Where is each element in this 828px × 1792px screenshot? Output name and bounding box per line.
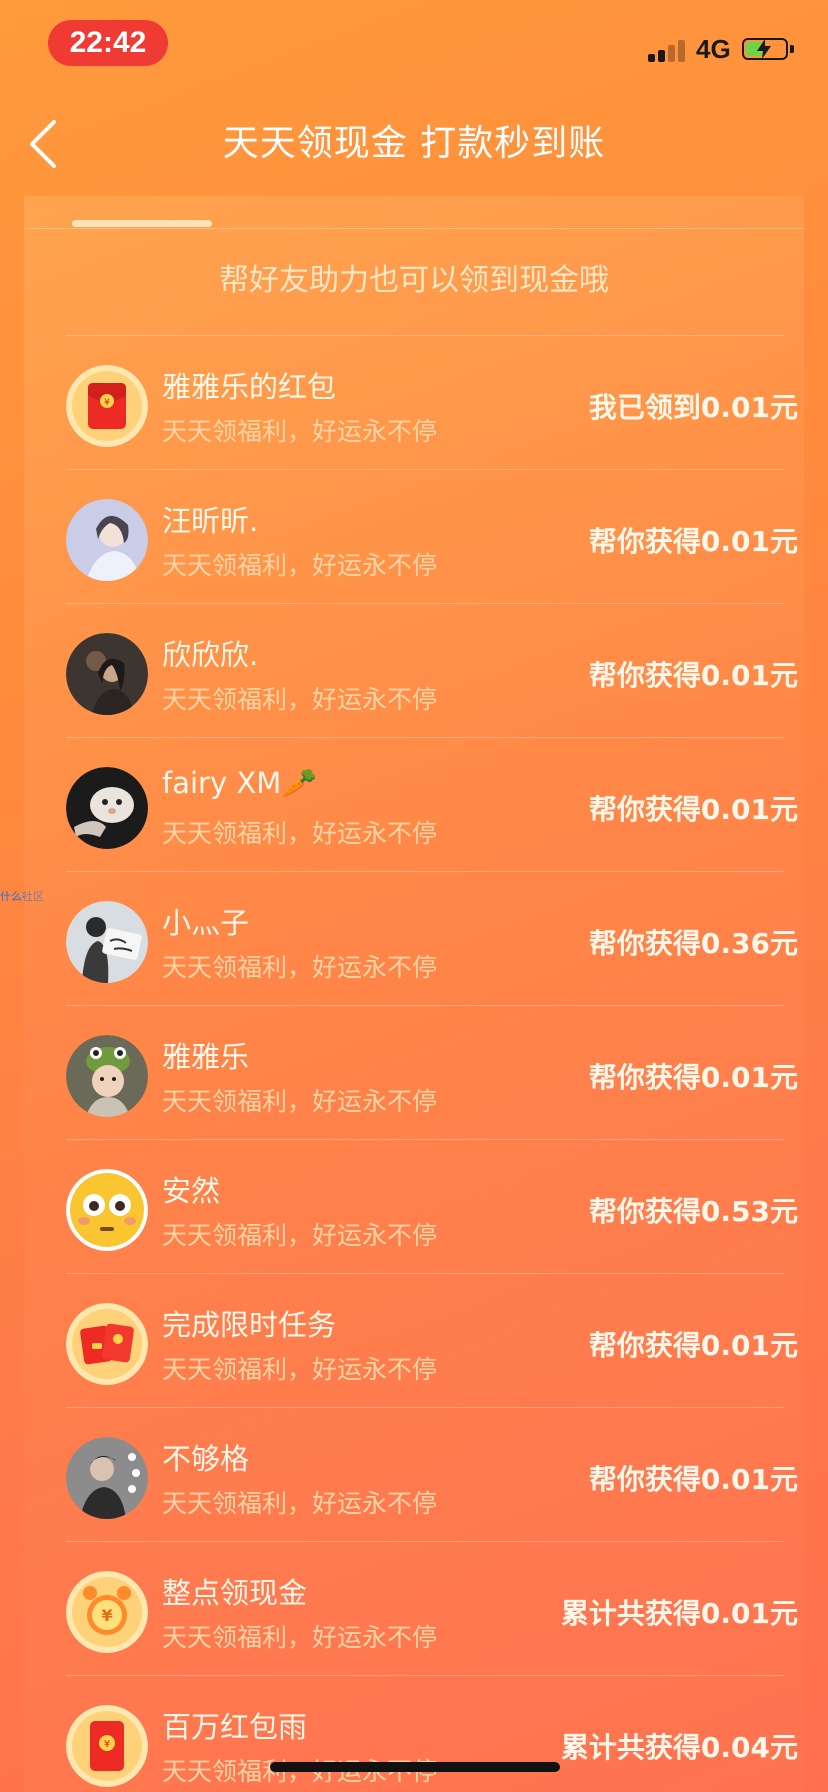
list-item[interactable]: 汪昕昕. 天天领福利，好运永不停 帮你获得0.01元 [66, 469, 798, 603]
helper-subtitle: 天天领福利，好运永不停 [162, 417, 438, 446]
helper-name: 安然 [162, 1174, 221, 1208]
back-button[interactable] [20, 112, 80, 176]
helper-amount: 帮你获得0.53元 [588, 1195, 798, 1228]
helper-name: 百万红包雨 [162, 1710, 308, 1744]
chevron-left-icon [30, 120, 56, 168]
list-item[interactable]: 安然 天天领福利，好运永不停 帮你获得0.53元 [66, 1139, 798, 1273]
alarm-clock-coin-icon: ¥ [66, 1571, 148, 1653]
avatar [66, 901, 148, 983]
helper-amount: 帮你获得0.01元 [588, 1463, 798, 1496]
helper-subtitle: 天天领福利，好运永不停 [162, 1623, 438, 1652]
helper-amount: 帮你获得0.01元 [588, 793, 798, 826]
helper-amount: 累计共获得0.01元 [560, 1597, 798, 1630]
tab-indicator [72, 220, 212, 227]
home-indicator[interactable] [270, 1762, 560, 1772]
avatar [66, 1437, 148, 1519]
helper-amount: 我已领到0.01元 [588, 391, 798, 424]
flushed-face-emoji-icon [66, 1169, 148, 1251]
avatar [66, 767, 148, 849]
list-item[interactable]: 雅雅乐 天天领福利，好运永不停 帮你获得0.01元 [66, 1005, 798, 1139]
helper-list: ¥ 雅雅乐的红包 天天领福利，好运永不停 我已领到0.01元 汪昕昕. 天天领福… [66, 335, 798, 1792]
list-item[interactable]: 小灬子 天天领福利，好运永不停 帮你获得0.36元 [66, 871, 798, 1005]
list-item[interactable]: fairy XM🥕 天天领福利，好运永不停 帮你获得0.01元 [66, 737, 798, 871]
svg-text:¥: ¥ [101, 1606, 112, 1625]
avatar [66, 1035, 148, 1117]
helper-amount: 帮你获得0.01元 [588, 659, 798, 692]
helper-subtitle: 天天领福利，好运永不停 [162, 953, 438, 982]
signal-icon [648, 38, 686, 62]
avatar [66, 499, 148, 581]
helper-amount: 帮你获得0.01元 [588, 1329, 798, 1362]
helper-name: 欣欣欣. [162, 638, 259, 672]
nav-bar: 天天领现金 打款秒到账 [0, 92, 828, 196]
helper-amount: 累计共获得0.04元 [560, 1731, 798, 1764]
helper-name: 雅雅乐 [162, 1040, 250, 1074]
helper-name: 不够格 [162, 1442, 250, 1476]
svg-text:¥: ¥ [104, 1739, 110, 1750]
list-item[interactable]: ¥ 百万红包雨 天天领福利，好运永不停 累计共获得0.04元 [66, 1675, 798, 1792]
helper-subtitle: 天天领福利，好运永不停 [162, 685, 438, 714]
helper-name: 雅雅乐的红包 [162, 370, 337, 404]
red-envelopes-icon [66, 1303, 148, 1385]
charging-bolt-icon [757, 39, 771, 59]
battery-cap [790, 45, 794, 53]
helper-amount: 帮你获得0.01元 [588, 1061, 798, 1094]
helper-name: 汪昕昕. [162, 504, 259, 538]
helpers-panel: 帮好友助力也可以领到现金哦 ¥ 雅雅乐的红包 天天领福利，好运永不停 我已领到0… [24, 196, 804, 1792]
red-envelope-icon: ¥ [66, 365, 148, 447]
helper-name: 整点领现金 [162, 1576, 308, 1610]
helper-name: fairy XM🥕 [162, 766, 318, 800]
page-title: 天天领现金 打款秒到账 [222, 123, 606, 164]
helper-amount: 帮你获得0.36元 [588, 927, 798, 960]
svg-text:¥: ¥ [104, 398, 110, 408]
list-item[interactable]: 完成限时任务 天天领福利，好运永不停 帮你获得0.01元 [66, 1273, 798, 1407]
list-item[interactable]: ¥ 整点领现金 天天领福利，好运永不停 累计共获得0.01元 [66, 1541, 798, 1675]
helper-subtitle: 天天领福利，好运永不停 [162, 1221, 438, 1250]
status-time: 22:42 [48, 20, 168, 66]
helper-name: 小灬子 [162, 906, 250, 940]
status-bar: 22:42 4G [0, 0, 828, 92]
list-item[interactable]: ¥ 雅雅乐的红包 天天领福利，好运永不停 我已领到0.01元 [66, 335, 798, 469]
helper-subtitle: 天天领福利，好运永不停 [162, 1489, 438, 1518]
helper-subtitle: 天天领福利，好运永不停 [162, 1087, 438, 1116]
tip-text: 帮好友助力也可以领到现金哦 [219, 263, 609, 298]
helper-subtitle: 天天领福利，好运永不停 [162, 551, 438, 580]
helper-name: 完成限时任务 [162, 1308, 337, 1342]
red-envelope-icon: ¥ [66, 1705, 148, 1787]
divider [24, 228, 804, 229]
helper-subtitle: 天天领福利，好运永不停 [162, 1355, 438, 1384]
network-type: 4G [696, 34, 731, 64]
list-item[interactable]: 欣欣欣. 天天领福利，好运永不停 帮你获得0.01元 [66, 603, 798, 737]
helper-amount: 帮你获得0.01元 [588, 525, 798, 558]
helper-subtitle: 天天领福利，好运永不停 [162, 819, 438, 848]
avatar [66, 633, 148, 715]
list-item[interactable]: 不够格 天天领福利，好运永不停 帮你获得0.01元 [66, 1407, 798, 1541]
